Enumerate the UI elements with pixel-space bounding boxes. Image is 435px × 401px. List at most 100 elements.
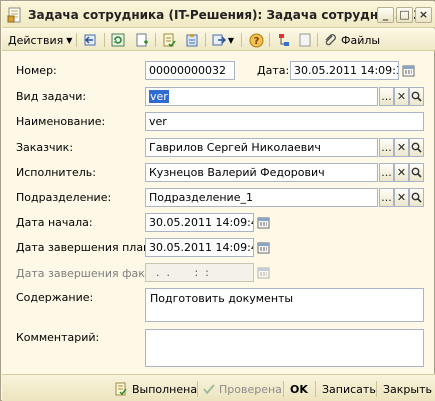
date-label: Дата: <box>257 64 290 77</box>
maximize-button[interactable]: □ <box>396 7 413 23</box>
date-calendar-button[interactable] <box>400 61 416 80</box>
plan-end-calendar-button[interactable] <box>255 238 271 257</box>
chevron-down-icon: ▼ <box>227 35 235 45</box>
done-button[interactable]: Выполнена <box>114 381 197 397</box>
search-icon <box>411 91 422 102</box>
toolbar-divider <box>205 33 206 47</box>
toolbar-divider <box>76 33 77 47</box>
calendar-icon <box>257 242 269 254</box>
comment-label: Комментарий: <box>16 331 100 344</box>
refresh-button[interactable] <box>109 32 127 48</box>
search-icon <box>411 192 422 203</box>
search-icon <box>411 142 422 153</box>
back-button[interactable] <box>82 32 100 48</box>
copy-button[interactable] <box>160 32 178 48</box>
help-icon: ? <box>249 33 263 47</box>
customer-clear-button[interactable]: ✕ <box>394 138 409 157</box>
new-icon <box>136 33 148 47</box>
task-type-value: ver <box>149 90 169 103</box>
executor-search-button[interactable] <box>409 163 424 182</box>
customer-field[interactable]: Гаврилов Сергей Николаевич <box>145 138 378 157</box>
svg-text:?: ? <box>253 36 259 47</box>
clear-icon: ✕ <box>396 90 407 103</box>
search-icon <box>411 167 422 178</box>
copy-icon <box>163 33 176 47</box>
task-type-field[interactable]: ver <box>145 87 378 106</box>
window-title: Задача сотрудника (IT-Решения): Задача с… <box>28 8 430 22</box>
bottom-divider <box>376 381 377 397</box>
close-button[interactable]: Закрыть <box>383 381 432 397</box>
fact-end-calendar-button <box>255 263 271 282</box>
files-label: Файлы <box>341 33 381 47</box>
title-bar[interactable]: Задача сотрудника (IT-Решения): Задача с… <box>2 2 435 28</box>
name-label: Наименование: <box>16 115 106 128</box>
plan-end-field[interactable]: 30.05.2011 14:09:41 <box>145 238 254 257</box>
customer-select-button[interactable]: ... <box>379 138 394 157</box>
calendar-icon <box>402 65 414 77</box>
division-select-button[interactable]: ... <box>379 188 394 207</box>
plan-end-label: Дата завершения план: <box>16 241 154 254</box>
task-window: Задача сотрудника (IT-Решения): Задача с… <box>0 0 435 401</box>
doc-icon <box>299 33 311 47</box>
files-icon <box>325 34 336 46</box>
content-label: Содержание: <box>16 291 94 304</box>
date-field[interactable]: 30.05.2011 14:09:39 <box>290 61 399 80</box>
checked-label: Проверена <box>219 382 282 396</box>
toolbar-divider <box>241 33 242 47</box>
toolbar: Действия ▼ ▼ ? Файлы <box>2 29 435 51</box>
back-icon <box>84 34 96 46</box>
name-field[interactable]: ver <box>145 112 424 131</box>
paste-icon <box>186 34 198 47</box>
division-clear-button[interactable]: ✕ <box>394 188 409 207</box>
fact-end-field: . . : : <box>145 263 254 282</box>
executor-clear-button[interactable]: ✕ <box>394 163 409 182</box>
close-window-button[interactable]: × <box>415 7 432 23</box>
checkmark-icon <box>203 384 215 395</box>
start-date-field[interactable]: 30.05.2011 14:09:41 <box>145 213 254 232</box>
bottom-divider <box>197 381 198 397</box>
customer-search-button[interactable] <box>409 138 424 157</box>
new-button[interactable] <box>133 32 151 48</box>
paste-button[interactable] <box>183 32 201 48</box>
files-button[interactable]: Файлы <box>323 32 380 48</box>
task-type-search-button[interactable] <box>409 87 424 106</box>
chevron-down-icon: ▼ <box>66 35 73 45</box>
division-search-button[interactable] <box>409 188 424 207</box>
task-type-clear-button[interactable]: ✕ <box>394 87 409 106</box>
clear-icon: ✕ <box>396 191 407 204</box>
customer-label: Заказчик: <box>16 141 74 154</box>
minimize-button[interactable]: _ <box>377 7 394 23</box>
clear-icon: ✕ <box>396 166 407 179</box>
calendar-icon <box>257 217 269 229</box>
start-date-label: Дата начала: <box>16 216 93 229</box>
toolbar-divider <box>269 33 270 47</box>
content-field[interactable]: Подготовить документы <box>145 288 424 322</box>
actions-menu[interactable]: Действия ▼ <box>8 32 72 48</box>
ok-button[interactable]: OK <box>290 381 308 397</box>
done-label: Выполнена <box>132 382 198 396</box>
toolbar-divider <box>104 33 105 47</box>
executor-field[interactable]: Кузнецов Валерий Федорович <box>145 163 378 182</box>
bottom-divider <box>283 381 284 397</box>
number-field[interactable]: 00000000032 <box>145 61 235 80</box>
start-date-calendar-button[interactable] <box>255 213 271 232</box>
hierarchy-button[interactable] <box>275 32 293 48</box>
task-type-label: Вид задачи: <box>16 90 87 103</box>
checked-button[interactable]: Проверена <box>203 381 282 397</box>
fact-end-label: Дата завершения факт: <box>16 267 155 280</box>
document-icon <box>7 7 21 23</box>
calendar-icon <box>257 267 269 279</box>
doc-button[interactable] <box>298 32 312 48</box>
division-field[interactable]: Подразделение_1 <box>145 188 378 207</box>
goto-icon <box>212 34 226 46</box>
clear-icon: ✕ <box>396 141 407 154</box>
toolbar-divider <box>155 33 156 47</box>
goto-menu[interactable]: ▼ <box>210 32 236 48</box>
executor-select-button[interactable]: ... <box>379 163 394 182</box>
comment-field[interactable] <box>145 329 424 367</box>
save-button[interactable]: Записать <box>322 381 376 397</box>
hierarchy-icon <box>279 34 289 46</box>
executor-label: Исполнитель: <box>16 166 96 179</box>
help-button[interactable]: ? <box>247 32 265 48</box>
task-type-select-button[interactable]: ... <box>379 87 394 106</box>
